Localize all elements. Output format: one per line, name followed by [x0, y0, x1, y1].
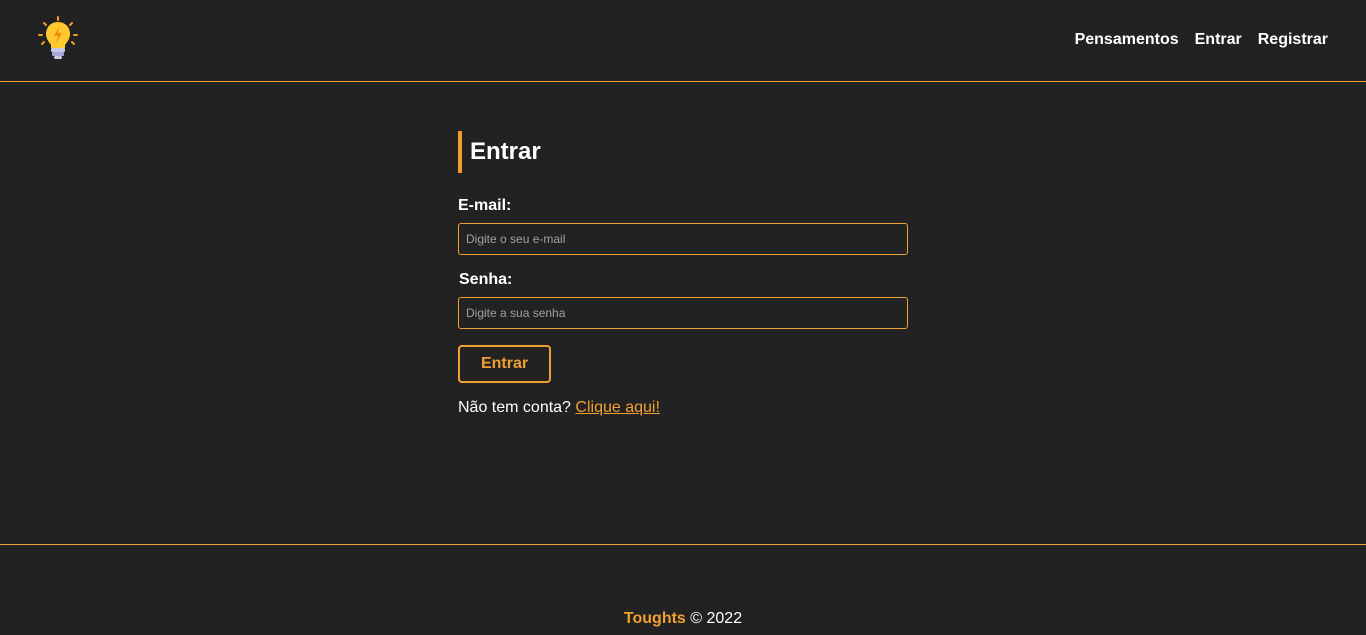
email-label: E-mail:: [458, 197, 512, 214]
nav-link-entrar[interactable]: Entrar: [1195, 29, 1242, 51]
footer: Toughts © 2022: [0, 610, 1366, 628]
password-field[interactable]: [458, 297, 908, 329]
navbar: Pensamentos Entrar Registrar: [0, 0, 1366, 82]
register-prompt: Não tem conta? Clique aqui!: [458, 399, 660, 417]
footer-divider: [0, 544, 1366, 545]
footer-copyright: © 2022: [690, 610, 743, 627]
lightbulb-icon: [38, 16, 78, 59]
password-label: Senha:: [459, 271, 513, 288]
nav-links: Pensamentos Entrar Registrar: [1075, 29, 1328, 51]
no-account-text: Não tem conta?: [458, 399, 571, 416]
page-title: Entrar: [470, 138, 541, 165]
logo-link[interactable]: [36, 16, 80, 62]
page-title-wrapper: Entrar: [458, 131, 908, 173]
nav-link-registrar[interactable]: Registrar: [1258, 29, 1328, 51]
email-field[interactable]: [458, 223, 908, 255]
login-form-section: Entrar E-mail: Senha: Entrar Não tem con…: [458, 131, 908, 416]
register-link[interactable]: Clique aqui!: [575, 399, 660, 416]
footer-brand: Toughts: [623, 610, 686, 627]
nav-link-pensamentos[interactable]: Pensamentos: [1075, 29, 1179, 51]
login-submit-button[interactable]: Entrar: [458, 345, 551, 383]
